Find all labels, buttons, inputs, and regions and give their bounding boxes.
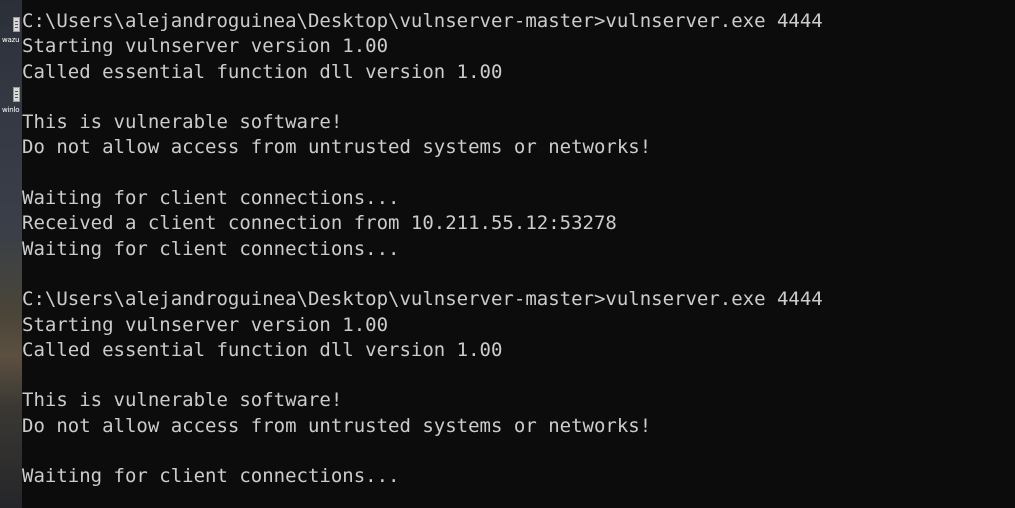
desktop-shortcut-winlo[interactable]: winlo [0,87,22,127]
console-line: This is vulnerable software! [22,111,343,134]
console-line: Do not allow access from untrusted syste… [22,136,652,159]
console-line: C:\Users\alejandroguinea\Desktop\vulnser… [22,10,823,32]
console-line: This is vulnerable software! [22,389,343,412]
console-line: Called essential function dll version 1.… [22,60,503,83]
desktop-shortcut-label: winlo [2,106,20,114]
console-line: Received a client connection from 10.211… [22,212,617,235]
file-icon [13,87,20,102]
console-window[interactable]: C:\Users\alejandroguinea\Desktop\vulnser… [22,0,1015,508]
screen: wazu winlo C:\Users\alejandroguinea\Desk… [0,0,1015,508]
console-line: Starting vulnserver version 1.00 [22,35,389,58]
file-icon [13,17,20,32]
console-line: Waiting for client connections... [22,237,400,260]
console-line: Called essential function dll version 1.… [22,338,503,361]
desktop-wallpaper: wazu winlo [0,0,22,508]
console-line: C:\Users\alejandroguinea\Desktop\vulnser… [22,288,823,311]
console-line: Waiting for client connections... [22,465,400,488]
console-line: Starting vulnserver version 1.00 [22,313,389,336]
console-output: C:\Users\alejandroguinea\Desktop\vulnser… [22,9,823,490]
desktop-shortcut-wazu[interactable]: wazu [0,17,22,57]
desktop-shortcut-label: wazu [2,36,20,44]
console-line: Waiting for client connections... [22,187,400,210]
console-line: Do not allow access from untrusted syste… [22,414,652,437]
